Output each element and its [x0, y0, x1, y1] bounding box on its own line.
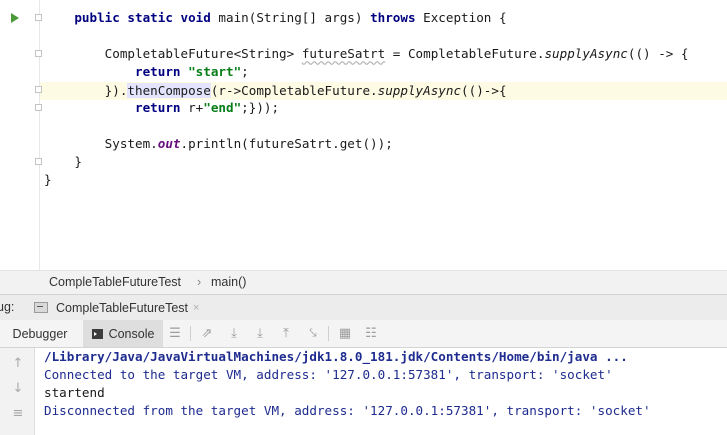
code-token: (()->{: [461, 83, 507, 98]
code-token: }: [74, 154, 82, 169]
code-editor[interactable]: public static void main(String[] args) t…: [0, 0, 727, 270]
console-line: Connected to the target VM, address: '12…: [44, 367, 613, 382]
console-line: Disconnected from the target VM, address…: [44, 403, 651, 418]
console-output[interactable]: /Library/Java/JavaVirtualMachines/jdk1.8…: [35, 348, 727, 435]
code-token: ;: [241, 64, 249, 79]
session-icon: [34, 302, 48, 313]
code-line[interactable]: }).thenCompose(r->CompletableFuture.supp…: [44, 82, 507, 100]
code-token: }).: [104, 83, 128, 98]
code-token: throws: [370, 10, 424, 25]
code-line[interactable]: CompletableFuture<String> futureSatrt = …: [44, 45, 689, 63]
step-out-icon[interactable]: ⤒: [278, 325, 294, 341]
fold-marker-icon[interactable]: [35, 14, 42, 21]
code-line[interactable]: }: [44, 153, 82, 171]
session-tab-label: CompleTableFutureTest: [56, 300, 189, 315]
debug-toolbar: Debugger Console ☰ ⇗ ⤓ ⤓ ⤒ ⤥ ▦ ☷: [0, 320, 727, 348]
debug-session-tab[interactable]: CompleTableFutureTest ×: [28, 295, 207, 320]
console-gutter: ↑ ↓ ≡: [0, 348, 35, 435]
trace-icon[interactable]: ☷: [363, 325, 379, 341]
breadcrumb: CompleTableFutureTest › main(): [0, 270, 727, 295]
code-token: supplyAsync: [544, 46, 628, 61]
code-line[interactable]: System.out.println(futureSatrt.get());: [44, 135, 393, 153]
code-token: thenCompose: [127, 83, 211, 98]
code-token: (r->CompletableFuture.: [210, 83, 378, 98]
code-token: main(String[] args): [218, 10, 371, 25]
evaluate-expression-icon[interactable]: ▦: [337, 325, 353, 341]
code-line[interactable]: return "start";: [44, 63, 249, 81]
menu-icon[interactable]: ☰: [167, 325, 183, 341]
code-token: = CompletableFuture.: [385, 46, 545, 61]
code-token: "start": [188, 64, 242, 79]
console-line[interactable]: /Library/Java/JavaVirtualMachines/jdk1.8…: [44, 348, 628, 366]
code-token: Exception {: [423, 10, 507, 25]
editor-gutter[interactable]: [0, 0, 42, 270]
code-token: .println(futureSatrt.get());: [180, 136, 393, 151]
code-token: ;}));: [241, 100, 280, 115]
code-token: return: [135, 64, 189, 79]
soft-wrap-icon[interactable]: ≡: [10, 406, 26, 422]
show-execution-point-icon[interactable]: ⇗: [199, 325, 215, 341]
up-arrow-icon[interactable]: ↑: [10, 356, 26, 372]
tab-console[interactable]: Console: [83, 320, 163, 347]
code-token: System.: [104, 136, 158, 151]
code-token: }: [44, 172, 52, 187]
run-icon[interactable]: [11, 13, 19, 23]
code-line[interactable]: }: [44, 171, 52, 189]
close-icon[interactable]: ×: [193, 302, 199, 314]
fold-marker-icon[interactable]: [35, 50, 42, 57]
code-token: CompletableFuture<String>: [104, 46, 302, 61]
tab-debugger[interactable]: Debugger: [0, 320, 80, 347]
down-arrow-icon[interactable]: ↓: [10, 381, 26, 397]
tab-console-label: Console: [108, 326, 155, 341]
step-over-icon[interactable]: ⤓: [226, 325, 242, 341]
console-icon: [91, 328, 103, 339]
code-token: r+: [188, 100, 204, 115]
code-line[interactable]: return r+"end";}));: [44, 99, 279, 117]
run-to-cursor-icon[interactable]: ⤥: [305, 325, 321, 341]
fold-marker-icon[interactable]: [35, 104, 42, 111]
code-token: supplyAsync: [377, 83, 462, 98]
code-token: public static void: [74, 10, 219, 25]
debug-label: ug:: [0, 300, 15, 314]
toolbar-divider: [190, 326, 191, 341]
code-token: out: [157, 136, 181, 151]
code-line[interactable]: public static void main(String[] args) t…: [44, 9, 507, 27]
code-token: return: [135, 100, 189, 115]
code-token: (() -> {: [627, 46, 689, 61]
breadcrumb-class[interactable]: CompleTableFutureTest: [49, 275, 181, 289]
breadcrumb-method[interactable]: main(): [211, 275, 246, 289]
debug-tool-window-header: ug: CompleTableFutureTest ×: [0, 294, 727, 321]
breadcrumb-separator: ›: [197, 275, 202, 289]
tab-debugger-label: Debugger: [12, 326, 68, 341]
fold-marker-icon[interactable]: [35, 158, 42, 165]
step-into-icon[interactable]: ⤓: [252, 325, 268, 341]
console-line: startend: [44, 385, 105, 400]
code-token: "end": [203, 100, 242, 115]
code-token: futureSatrt: [301, 46, 386, 61]
toolbar-divider: [328, 326, 329, 341]
fold-marker-icon[interactable]: [35, 86, 42, 93]
